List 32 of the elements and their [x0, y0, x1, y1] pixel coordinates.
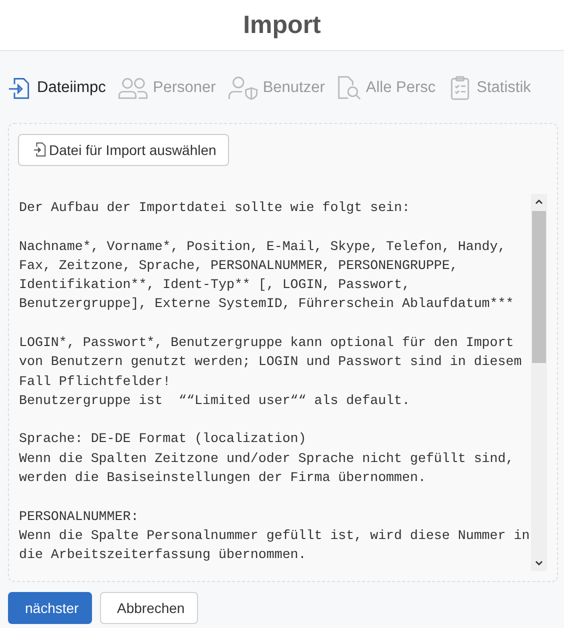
description-line: LOGIN*, Passwort*, Benutzergruppe kann optional für den Import	[19, 334, 515, 352]
description-line: die Arbeitszeiterfassung übernommen.	[19, 546, 308, 564]
file-import-icon	[8, 76, 32, 100]
cancel-button[interactable]: Abbrechen	[100, 592, 198, 624]
scrollbar[interactable]	[531, 194, 547, 571]
description-line: Benutzergruppe], Externe SystemID, Führerschein Ablaufdatum***	[19, 295, 515, 314]
scroll-down-icon[interactable]	[534, 558, 544, 568]
next-button[interactable]: nächster	[8, 592, 92, 624]
description-line: Der Aufbau der Importdatei sollte wie folgt sein:	[19, 198, 411, 217]
file-select-button[interactable]: Datei für Import auswählen	[18, 134, 230, 166]
tab[interactable]: Statistik	[448, 75, 531, 101]
file-search-icon	[336, 76, 361, 100]
description-line: Wenn die Spalten Zeitzone und/oder Sprache nicht gefüllt sind,	[19, 450, 515, 468]
description-line: PERSONALNUMMER:	[19, 508, 140, 526]
tab[interactable]: Alle Persc	[336, 75, 436, 101]
description-text-area[interactable]	[19, 194, 547, 571]
file-import-icon	[33, 142, 46, 158]
tab[interactable]: Dateiimpc	[8, 75, 106, 101]
page-title: Import	[243, 10, 321, 40]
description-line: Fax, Zeitzone, Sprache, PERSONALNUMMER, PERSONENGRUPPE,	[19, 256, 459, 275]
description-line: Nachname*, Vorname*, Position, E-Mail, Skype, Telefon, Handy,	[19, 238, 507, 256]
description-line: Fall Pflichtfelder!	[19, 372, 172, 391]
description-line: Identifikation**, Ident-Typ** [, LOGIN, Passwort,	[19, 276, 411, 294]
tab[interactable]: Personer	[118, 75, 216, 101]
description-line: von Benutzern genutzt werden; LOGIN und Passwort sind in diesem	[19, 353, 523, 372]
people-icon	[118, 76, 148, 100]
tab[interactable]: Benutzer	[228, 75, 325, 101]
description-line: werden die Basiseinstellungen der Firma übernommen.	[19, 469, 427, 488]
description-line: Wenn die Spalte Personalnummer gefüllt ist, wird diese Nummer in	[19, 526, 531, 545]
description-line: Benutzergruppe ist ““Limited user““ als default.	[19, 392, 411, 410]
description-line: Sprache: DE-DE Format (localization)	[19, 430, 308, 448]
user-shield-icon	[228, 76, 258, 100]
